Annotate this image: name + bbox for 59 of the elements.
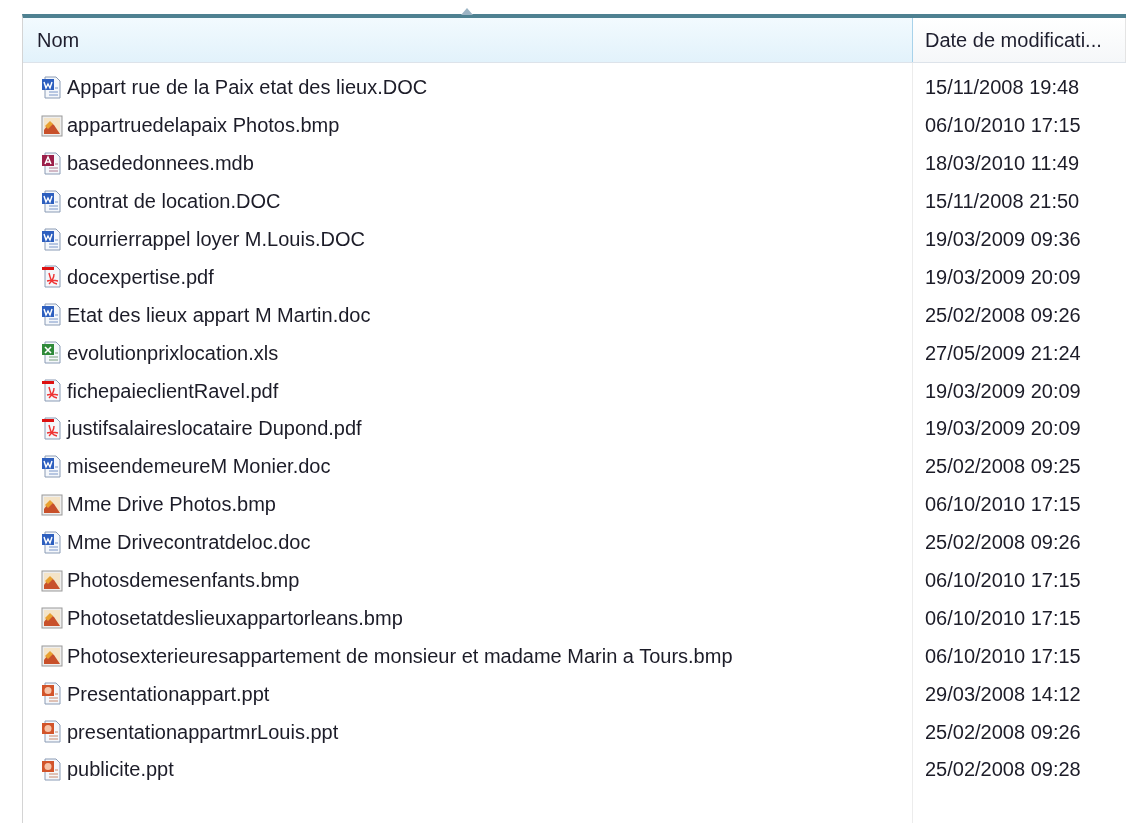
presentation-icon <box>41 682 63 707</box>
modified-date: 15/11/2008 21:50 <box>925 190 1080 214</box>
file-name[interactable]: miseendemeureM Monier.doc <box>67 455 331 479</box>
image-file-icon <box>41 569 63 592</box>
file-name[interactable]: Mme Drivecontratdeloc.doc <box>67 531 311 555</box>
word-document-icon <box>41 189 63 214</box>
modified-date: 27/05/2009 21:24 <box>925 341 1081 365</box>
column-header[interactable]: Date de modificati... <box>913 18 1126 62</box>
modified-date: 25/02/2008 09:28 <box>925 758 1081 782</box>
modified-date: 06/10/2010 17:15 <box>925 493 1081 517</box>
image-file-icon <box>41 607 63 630</box>
spreadsheet-icon <box>41 341 63 366</box>
modified-date: 25/02/2008 09:26 <box>925 303 1081 327</box>
word-document-icon <box>41 303 63 328</box>
modified-date: 19/03/2009 09:36 <box>925 228 1081 251</box>
modified-date: 06/10/2010 17:15 <box>925 606 1081 630</box>
pdf-icon <box>41 416 63 441</box>
file-name[interactable]: justifsalaireslocataire Dupond.pdf <box>67 417 362 441</box>
file-name[interactable]: evolutionprixlocation.xls <box>67 341 279 365</box>
file-name[interactable]: Photosexterieuresappartement de monsieur et madame Marin a Tours.bmp <box>67 644 733 668</box>
modified-date: 18/03/2010 11:49 <box>925 152 1080 176</box>
modified-date: 19/03/2009 20:09 <box>925 417 1081 441</box>
file-name[interactable]: fichepaieclientRavel.pdf <box>67 379 279 403</box>
file-name[interactable]: presentationappartmrLouis.ppt <box>67 720 339 744</box>
word-document-icon <box>41 454 63 479</box>
file-name[interactable]: appartruedelapaix Photos.bmp <box>67 114 340 138</box>
modified-date: 06/10/2010 17:15 <box>925 569 1081 592</box>
file-name[interactable]: Photosetatdeslieuxappartorleans.bmp <box>67 606 403 630</box>
file-name[interactable]: publicite.ppt <box>67 758 174 782</box>
image-file-icon <box>41 114 63 137</box>
modified-date: 25/02/2008 09:26 <box>925 720 1081 744</box>
pdf-icon <box>41 379 63 404</box>
file-name[interactable]: Presentationappart.ppt <box>67 682 270 706</box>
file-name[interactable]: courrierrappel loyer M.Louis.DOC <box>67 228 365 251</box>
image-file-icon <box>41 493 63 516</box>
modified-date: 06/10/2010 17:15 <box>925 114 1081 138</box>
pdf-icon <box>41 265 63 290</box>
file-name[interactable]: contrat de location.DOC <box>67 190 281 214</box>
presentation-icon <box>41 757 63 782</box>
modified-date: 29/03/2008 14:12 <box>925 682 1081 706</box>
file-name[interactable]: Mme Drive Photos.bmp <box>67 493 276 517</box>
modified-date: 15/11/2008 19:48 <box>925 76 1080 100</box>
file-name[interactable]: basededonnees.mdb <box>67 152 254 176</box>
file-name[interactable]: Photosdemesenfants.bmp <box>67 569 300 592</box>
modified-date: 25/02/2008 09:25 <box>925 455 1081 479</box>
word-document-icon <box>41 227 63 252</box>
modified-date: 06/10/2010 17:15 <box>925 644 1081 668</box>
modified-date: 19/03/2009 20:09 <box>925 379 1081 403</box>
sort-caret-icon <box>461 8 473 15</box>
modified-date: 19/03/2009 20:09 <box>925 265 1081 289</box>
word-document-icon <box>41 75 63 100</box>
database-file-icon <box>41 151 63 176</box>
image-file-icon <box>41 645 63 668</box>
file-name[interactable]: Appart rue de la Paix etat des lieux.DOC <box>67 76 428 100</box>
modified-date: 25/02/2008 09:26 <box>925 531 1081 555</box>
file-name[interactable]: Etat des lieux appart M Martin.doc <box>67 303 371 327</box>
word-document-icon <box>41 530 63 555</box>
presentation-icon <box>41 720 63 745</box>
file-name[interactable]: docexpertise.pdf <box>67 265 214 289</box>
